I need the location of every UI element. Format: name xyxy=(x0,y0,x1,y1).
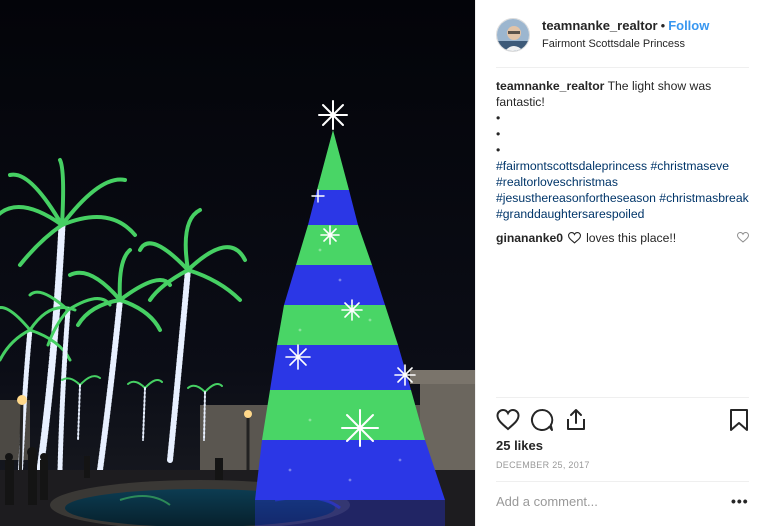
comment-input[interactable]: Add a comment... xyxy=(496,494,598,509)
location-link[interactable]: Fairmont Scottsdale Princess xyxy=(542,36,709,52)
avatar[interactable] xyxy=(496,18,530,52)
post-photo[interactable] xyxy=(0,0,475,526)
comment-row: ginananke0 loves this place!! xyxy=(496,230,749,246)
caption-hashtags[interactable]: #fairmontscottsdaleprincess #christmasev… xyxy=(496,159,749,221)
comment-like-heart-icon[interactable] xyxy=(737,232,749,243)
heart-outline-icon xyxy=(568,232,582,244)
likes-count[interactable]: 25 likes xyxy=(496,438,543,453)
comment-username-link[interactable]: ginananke0 xyxy=(496,230,563,246)
bookmark-icon[interactable] xyxy=(727,408,751,432)
divider xyxy=(496,481,749,482)
divider xyxy=(496,397,749,398)
comments-section: teamnanke_realtor The light show was fan… xyxy=(496,78,751,246)
comment-text: loves this place!! xyxy=(586,231,677,245)
divider xyxy=(496,67,749,68)
caption: teamnanke_realtor The light show was fan… xyxy=(496,78,751,222)
share-icon[interactable] xyxy=(564,408,588,432)
comment-bubble-icon[interactable] xyxy=(530,408,554,432)
action-bar xyxy=(496,406,749,436)
post-date: DECEMBER 25, 2017 xyxy=(496,460,590,470)
post-header: teamnanke_realtor • Follow Fairmont Scotts… xyxy=(496,15,749,55)
caption-username-link[interactable]: teamnanke_realtor xyxy=(496,79,604,93)
caption-bullet: • xyxy=(496,111,501,125)
post-sidebar: teamnanke_realtor • Follow Fairmont Scotts… xyxy=(475,0,768,526)
username-link[interactable]: teamnanke_realtor xyxy=(542,18,658,33)
separator-dot: • xyxy=(660,18,666,33)
follow-button[interactable]: Follow xyxy=(668,18,709,33)
caption-bullet: • xyxy=(496,143,501,157)
like-heart-icon[interactable] xyxy=(496,408,520,432)
more-options-ellipsis-icon[interactable]: ••• xyxy=(731,493,749,509)
caption-bullet: • xyxy=(496,127,501,141)
